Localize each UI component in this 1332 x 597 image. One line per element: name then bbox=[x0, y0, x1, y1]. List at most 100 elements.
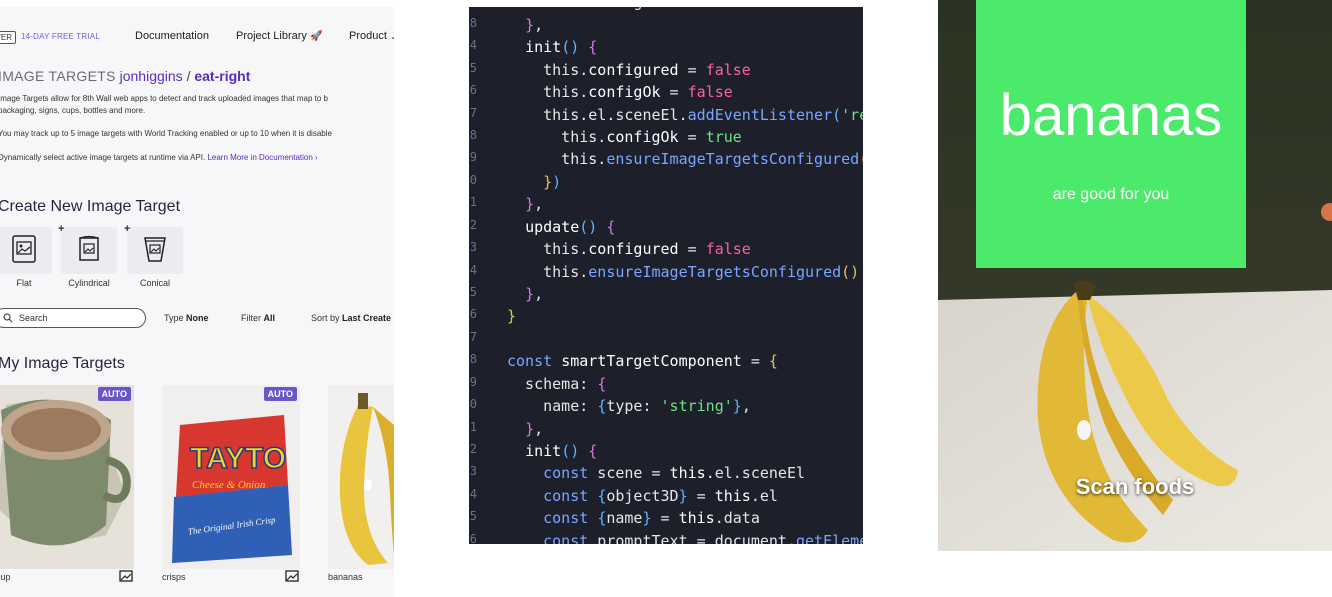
nav-documentation[interactable]: Documentation bbox=[135, 30, 209, 42]
line-number: 1 bbox=[469, 420, 477, 434]
image-targets-panel: TER 14-DAY FREE TRIAL Documentation Proj… bbox=[0, 7, 394, 597]
sort-value: Last Create bbox=[342, 313, 392, 323]
flat-image-icon bbox=[12, 235, 36, 263]
plan-badge: TER bbox=[0, 31, 16, 44]
code-text: this.ensureImageTargetsConfigured() bbox=[507, 263, 860, 281]
line-number: 7 bbox=[469, 330, 477, 344]
line-number: 3 bbox=[469, 240, 477, 254]
conical-image-icon bbox=[144, 237, 166, 262]
tile-label-cylindrical: Cylindrical bbox=[68, 278, 110, 288]
type-dropdown[interactable]: Type None bbox=[164, 313, 209, 323]
rocket-icon: 🚀 bbox=[309, 31, 323, 42]
line-number: 4 bbox=[469, 38, 477, 52]
nav-product-label: Product bbox=[349, 30, 387, 42]
code-text: this.configured = false bbox=[507, 240, 751, 258]
type-label: Type bbox=[164, 313, 184, 323]
nav-product[interactable]: Product ⌄ bbox=[349, 30, 394, 42]
crisps-photo: TAYTO Cheese & Onion The Original Irish … bbox=[162, 385, 300, 569]
plus-icon: + bbox=[58, 223, 65, 235]
create-cylindrical-button[interactable]: + bbox=[58, 223, 117, 274]
line-number: 5 bbox=[469, 61, 477, 75]
code-text: const scene = this.el.sceneEl bbox=[543, 464, 806, 482]
create-flat-button[interactable]: + bbox=[0, 227, 52, 274]
search-placeholder: Search bbox=[19, 313, 48, 323]
code-text: const promptText = document.getEleme bbox=[543, 532, 863, 544]
plus-icon: + bbox=[124, 223, 131, 235]
overlay-subtitle: are good for you bbox=[1052, 186, 1170, 203]
description-line: packaging, signs, cups, bottles and more… bbox=[0, 106, 146, 115]
target-name-crisps: crisps bbox=[162, 572, 186, 582]
description-line: Dynamically select active image targets … bbox=[0, 152, 394, 164]
code-text: this.ensureImageTargetsConfigured( bbox=[507, 150, 863, 168]
overlay-title: bananas bbox=[999, 83, 1223, 148]
code-text: this.configured = false bbox=[507, 61, 751, 79]
chevron-down-icon: ⌄ bbox=[389, 32, 394, 41]
description-line: You may track up to 5 image targets with… bbox=[0, 129, 332, 138]
line-number: 8 bbox=[469, 128, 477, 142]
sort-dropdown[interactable]: Sort by Last Create bbox=[311, 313, 391, 323]
breadcrumb-separator: / bbox=[186, 68, 191, 84]
filter-dropdown[interactable]: Filter All bbox=[241, 313, 275, 323]
line-number: 7 bbox=[469, 106, 477, 120]
cylindrical-image-icon bbox=[79, 235, 99, 261]
code-editor[interactable]: 8 this.configured = true 8 }, 4 init() {… bbox=[469, 7, 863, 544]
code-text: const {object3D} = this.el bbox=[543, 487, 778, 505]
tile-label-flat: Flat bbox=[16, 278, 32, 288]
line-number: 4 bbox=[469, 263, 477, 277]
line-number: 8 bbox=[469, 352, 477, 366]
filter-value: All bbox=[263, 313, 276, 323]
breadcrumb-user[interactable]: jonhiggins bbox=[120, 68, 183, 84]
auto-badge: AUTO bbox=[97, 387, 131, 401]
trial-label[interactable]: 14-DAY FREE TRIAL bbox=[21, 32, 100, 41]
code-text: this.configOk = true bbox=[507, 128, 742, 146]
breadcrumb-project[interactable]: eat-right bbox=[194, 68, 250, 84]
target-card-crisps[interactable]: TAYTO Cheese & Onion The Original Irish … bbox=[162, 385, 300, 569]
nav-project-library-label: Project Library bbox=[236, 30, 307, 42]
my-targets-heading: My Image Targets bbox=[0, 355, 125, 372]
code-text: init() { bbox=[525, 38, 598, 56]
target-card-bananas[interactable] bbox=[328, 385, 394, 569]
top-nav: TER 14-DAY FREE TRIAL Documentation Proj… bbox=[0, 7, 394, 67]
code-text: }, bbox=[525, 285, 544, 303]
line-number: 0 bbox=[469, 173, 477, 187]
create-conical-button[interactable]: + bbox=[124, 223, 183, 274]
image-icon[interactable] bbox=[285, 570, 299, 582]
scan-caption: Scan foods bbox=[1075, 474, 1195, 499]
crisps-brand-text: TAYTO bbox=[190, 442, 286, 475]
line-number: 6 bbox=[469, 83, 477, 97]
line-number: 8 bbox=[469, 16, 477, 30]
tile-label-conical: Conical bbox=[139, 278, 170, 288]
line-number: 6 bbox=[469, 532, 477, 544]
code-text: } bbox=[507, 307, 517, 325]
type-value: None bbox=[186, 313, 209, 323]
filter-label: Filter bbox=[241, 313, 261, 323]
description-line: Image Targets allow for 8th Wall web app… bbox=[0, 94, 328, 103]
target-name-bananas: bananas bbox=[328, 572, 363, 582]
code-text: init() { bbox=[525, 442, 598, 460]
line-number: 1 bbox=[469, 195, 477, 209]
line-number: 0 bbox=[469, 397, 477, 411]
line-number: 6 bbox=[469, 307, 477, 321]
camera-view: bananas are good for you Scan foods bbox=[938, 0, 1332, 551]
target-name-cup: cup bbox=[0, 572, 11, 582]
image-icon[interactable] bbox=[119, 570, 133, 582]
code-text: }, bbox=[525, 16, 544, 34]
target-card-cup[interactable]: AUTO bbox=[0, 385, 134, 569]
learn-more-link[interactable]: Learn More in Documentation › bbox=[207, 153, 317, 162]
line-number: 2 bbox=[469, 442, 477, 456]
auto-badge: AUTO bbox=[263, 387, 297, 401]
line-number: 9 bbox=[469, 150, 477, 164]
code-text: const smartTargetComponent = { bbox=[507, 352, 778, 370]
code-text: }, bbox=[525, 420, 544, 438]
bananas-photo bbox=[328, 385, 394, 569]
code-text: this.configOk = false bbox=[507, 83, 733, 101]
sort-label: Sort by bbox=[311, 313, 340, 323]
line-number: 3 bbox=[469, 464, 477, 478]
cup-photo bbox=[0, 385, 134, 569]
nav-project-library[interactable]: Project Library 🚀 bbox=[236, 30, 322, 42]
line-number: 2 bbox=[469, 218, 477, 232]
create-heading: Create New Image Target bbox=[0, 198, 181, 215]
crisps-flavour-text: Cheese & Onion bbox=[192, 479, 266, 491]
search-input[interactable]: Search bbox=[0, 308, 146, 328]
code-text: update() { bbox=[525, 218, 616, 236]
